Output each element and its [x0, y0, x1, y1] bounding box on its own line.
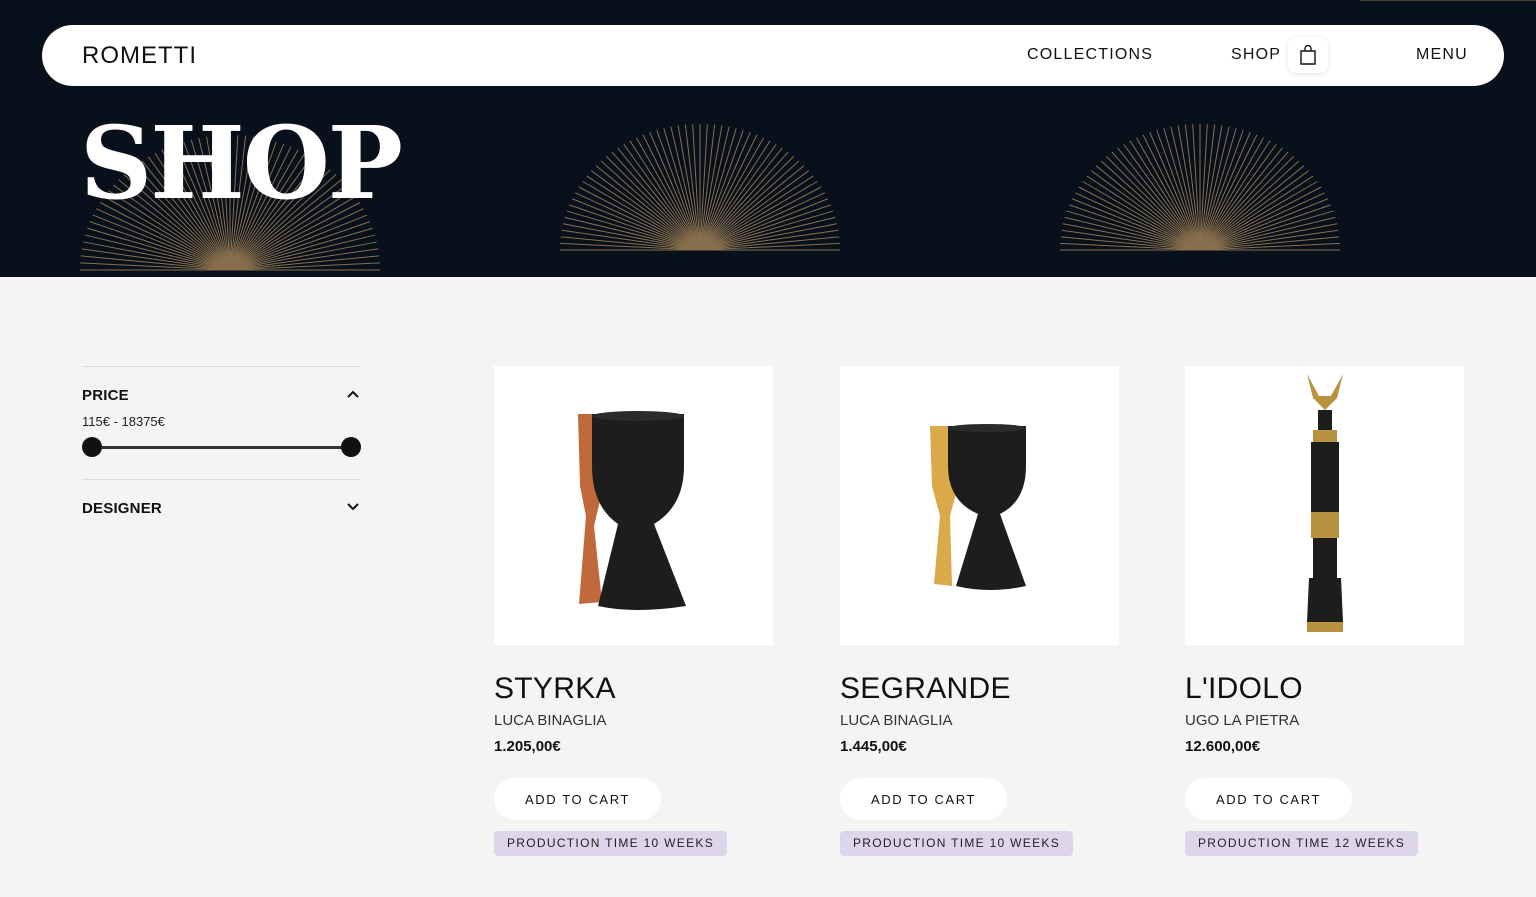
product-card: STYRKA LUCA BINAGLIA 1.205,00€ ADD TO CA… — [494, 366, 773, 856]
add-to-cart-button[interactable]: ADD TO CART — [840, 778, 1007, 820]
product-card: L'IDOLO UGO LA PIETRA 12.600,00€ ADD TO … — [1185, 366, 1464, 856]
product-name[interactable]: STYRKA — [494, 672, 773, 706]
nav-shop[interactable]: SHOP — [1231, 46, 1281, 64]
sculpture-image — [1307, 374, 1343, 632]
shopping-bag-icon — [1300, 45, 1316, 65]
product-image-segrande[interactable] — [840, 366, 1119, 645]
slider-max-handle[interactable] — [341, 437, 361, 457]
product-designer: LUCA BINAGLIA — [494, 712, 607, 729]
production-time-badge: PRODUCTION TIME 10 WEEKS — [494, 831, 728, 856]
product-designer: UGO LA PIETRA — [1185, 712, 1300, 729]
product-name[interactable]: SEGRANDE — [840, 672, 1119, 706]
production-time-badge: PRODUCTION TIME 10 WEEKS — [840, 831, 1074, 856]
product-price: 1.205,00€ — [494, 738, 561, 755]
brand-logo[interactable]: ROMETTI — [82, 42, 197, 70]
slider-min-handle[interactable] — [82, 437, 102, 457]
cart-button[interactable] — [1288, 37, 1328, 73]
vase-image — [578, 411, 686, 610]
page-title: SHOP — [80, 104, 403, 222]
price-filter: PRICE 115€ - 18375€ — [82, 366, 361, 479]
add-to-cart-button[interactable]: ADD TO CART — [1185, 778, 1352, 820]
add-to-cart-button[interactable]: ADD TO CART — [494, 778, 661, 820]
chevron-down-icon[interactable] — [345, 498, 361, 514]
slider-track — [90, 446, 353, 449]
price-range-slider[interactable] — [82, 437, 361, 457]
hero-banner: ROMETTI COLLECTIONS SHOP MENU SHOP — [0, 0, 1536, 277]
product-card: SEGRANDE LUCA BINAGLIA 1.445,00€ ADD TO … — [840, 366, 1119, 856]
product-image-styrka[interactable] — [494, 366, 773, 645]
product-price: 12.600,00€ — [1185, 738, 1261, 755]
product-image-lidolo[interactable] — [1185, 366, 1464, 645]
filter-sidebar: PRICE 115€ - 18375€ DESIGNER — [82, 366, 361, 539]
price-range-value: 115€ - 18375€ — [82, 414, 165, 429]
designer-filter: DESIGNER — [82, 479, 361, 539]
nav-menu[interactable]: MENU — [1416, 46, 1468, 64]
top-navbar: ROMETTI COLLECTIONS SHOP MENU — [42, 25, 1504, 86]
product-name[interactable]: L'IDOLO — [1185, 672, 1464, 706]
production-time-badge: PRODUCTION TIME 12 WEEKS — [1185, 831, 1419, 856]
vase-image — [930, 424, 1026, 590]
chevron-up-icon[interactable] — [345, 387, 361, 403]
product-price: 1.445,00€ — [840, 738, 907, 755]
product-designer: LUCA BINAGLIA — [840, 712, 953, 729]
nav-collections[interactable]: COLLECTIONS — [1027, 46, 1153, 64]
designer-filter-label[interactable]: DESIGNER — [82, 500, 361, 517]
price-filter-label[interactable]: PRICE — [82, 387, 361, 404]
